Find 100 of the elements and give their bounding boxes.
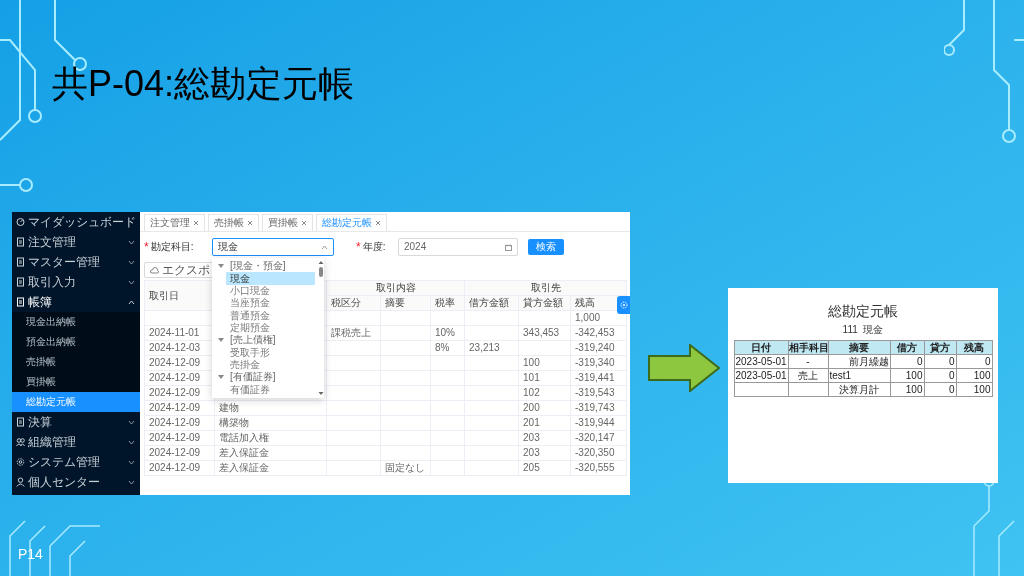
- table-cell: 2024-11-01: [149, 327, 200, 338]
- table-cell: -319,944: [575, 417, 615, 428]
- table-cell: 0: [916, 355, 923, 367]
- sidebar-item[interactable]: 組織管理: [12, 432, 140, 452]
- select-field[interactable]: 現金: [212, 238, 334, 256]
- sidebar-subitem[interactable]: 売掛帳: [12, 352, 140, 372]
- scrollbar[interactable]: [318, 260, 324, 396]
- scroll-up-icon: [318, 260, 324, 265]
- dropdown-option[interactable]: 現金: [226, 272, 315, 285]
- chevron-down-icon: [128, 478, 135, 486]
- table-cell: 前月繰越: [848, 355, 889, 367]
- table-cell: 0: [948, 369, 955, 381]
- column-header: 税区分: [326, 295, 381, 311]
- table-cell: test1: [829, 369, 852, 381]
- dropdown-option[interactable]: 定期預金: [226, 321, 315, 335]
- sidebar-item[interactable]: 取引入力: [12, 272, 140, 292]
- table-cell: 10%: [435, 327, 455, 338]
- table-cell: -320,350: [575, 447, 615, 458]
- sidebar-label: 決算: [28, 416, 53, 428]
- table-cell: -319,240: [575, 342, 615, 353]
- column-header: 取引内容: [326, 280, 465, 296]
- gauge-icon: [16, 217, 25, 227]
- table-cell: 2023-05-01: [735, 369, 787, 381]
- table-cell: 差入保証金: [219, 462, 269, 473]
- table-cell: -320,147: [575, 432, 615, 443]
- sidebar-item[interactable]: マスター管理: [12, 252, 140, 272]
- page-number: P14: [18, 545, 43, 564]
- chevron-down-icon: [128, 278, 135, 286]
- dropdown-option[interactable]: 小口現金: [226, 284, 315, 298]
- dropdown-option[interactable]: 受取手形: [226, 346, 315, 359]
- column-header: 日付: [734, 340, 788, 355]
- settings-button[interactable]: [617, 296, 630, 314]
- field-value: 2024: [404, 242, 427, 252]
- sidebar-label: 帳簿: [28, 296, 53, 308]
- table-cell: 建物: [219, 402, 239, 413]
- close-icon: [247, 220, 253, 226]
- year-field[interactable]: 2024: [398, 238, 518, 256]
- sidebar-subitem[interactable]: 買掛帳: [12, 372, 140, 392]
- sidebar-label: 組織管理: [28, 436, 77, 448]
- table-cell: 差入保証金: [219, 447, 269, 458]
- sidebar-item[interactable]: 個人センター: [12, 472, 140, 492]
- table-cell: 0: [984, 355, 991, 367]
- table-cell: 2023-05-01: [735, 355, 787, 367]
- sidebar-item[interactable]: マイダッシュボード: [12, 212, 140, 232]
- sidebar-label: 個人センター: [28, 476, 101, 488]
- table-cell: 100: [973, 369, 991, 381]
- table-cell: 201: [523, 417, 540, 428]
- tab-label: 買掛帳: [268, 218, 298, 228]
- column-header: 貸方金額: [518, 295, 571, 311]
- sidebar-item[interactable]: システム管理: [12, 452, 140, 472]
- tab[interactable]: 売掛帳: [208, 214, 259, 231]
- document-icon: [16, 237, 25, 247]
- table-cell: 343,453: [523, 327, 560, 338]
- tab-label: 総勘定元帳: [322, 218, 372, 228]
- table-cell: 203: [523, 447, 540, 458]
- book-icon: [16, 297, 25, 307]
- column-header: 摘要: [380, 295, 431, 311]
- column-header: 摘要: [828, 340, 890, 355]
- sidebar-item[interactable]: 帳簿: [12, 292, 140, 312]
- table-cell: 2024-12-09: [149, 357, 201, 368]
- table-cell: -319,441: [575, 372, 615, 383]
- table-cell: 2024-12-09: [149, 417, 201, 428]
- column-header: 借方金額: [464, 295, 519, 311]
- sidebar-label: 注文管理: [28, 236, 77, 248]
- select-value: 現金: [218, 242, 238, 252]
- document-icon: [16, 277, 25, 287]
- sidebar-label: マスター管理: [28, 256, 101, 268]
- tab-label: 注文管理: [150, 218, 190, 228]
- column-header: 相手科目: [788, 340, 828, 355]
- sidebar-item[interactable]: 注文管理: [12, 232, 140, 252]
- table-cell: -319,543: [575, 387, 615, 398]
- calendar-icon: [505, 243, 512, 251]
- table-cell: -319,743: [575, 402, 615, 413]
- document-icon: [16, 257, 25, 267]
- cloud-icon: [150, 266, 159, 274]
- tab[interactable]: 総勘定元帳: [316, 214, 387, 231]
- scrollbar-thumb[interactable]: [319, 267, 323, 277]
- sidebar-item[interactable]: 決算: [12, 412, 140, 432]
- tab[interactable]: 注文管理: [144, 214, 205, 231]
- table-cell: 100: [905, 369, 923, 381]
- tab-label: 売掛帳: [214, 218, 244, 228]
- dropdown-group[interactable]: [売上債権]: [212, 334, 318, 347]
- required-mark: *: [356, 241, 361, 253]
- table-cell: 構築物: [219, 417, 249, 428]
- chevron-down-icon: [128, 258, 135, 266]
- column-header: 借方: [890, 340, 924, 355]
- table-cell: 205: [523, 462, 540, 473]
- chevron-up-icon: [128, 298, 135, 306]
- dropdown-option[interactable]: 当座預金: [226, 297, 315, 310]
- table-cell: 203: [523, 432, 540, 443]
- tab[interactable]: 買掛帳: [262, 214, 313, 231]
- sidebar-subitem[interactable]: 預金出納帳: [12, 332, 140, 352]
- close-icon: [375, 220, 381, 226]
- table-cell: 100: [973, 383, 991, 395]
- caret-icon: [218, 374, 224, 381]
- document-icon: [16, 417, 25, 427]
- table-cell: 2024-12-09: [149, 402, 201, 413]
- table-cell: 8%: [435, 342, 450, 353]
- sidebar-subitem[interactable]: 現金出納帳: [12, 312, 140, 332]
- close-icon: [301, 220, 307, 226]
